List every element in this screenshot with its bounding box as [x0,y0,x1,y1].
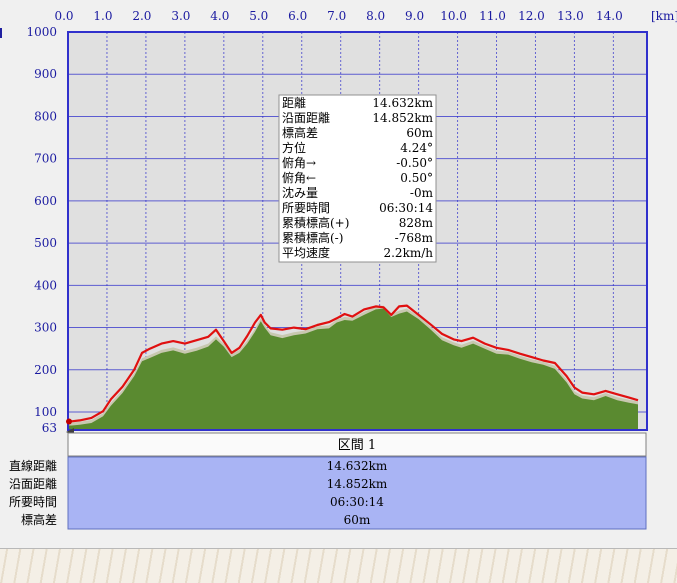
x-tick-label: 8.0 [366,9,385,23]
segment-row-label: 直線距離 [9,458,57,473]
info-label: 沿面距離 [282,111,330,125]
info-label: 俯角→ [282,155,316,170]
x-tick-label: 11.0 [479,9,506,23]
segment-row-label: 沿面距離 [9,477,57,491]
x-tick-label: 10.0 [440,9,467,23]
map-strip [0,548,677,583]
window-edge [0,28,2,38]
info-label: 方位 [282,140,306,155]
y-tick-label: 900 [34,67,57,81]
x-tick-label: 1.0 [93,9,112,23]
x-unit-label: [km] [651,9,677,23]
x-tick-label: 14.0 [596,9,623,23]
x-tick-label: 13.0 [557,9,584,23]
info-value: 2.2km/h [383,246,433,260]
y-tick-labels: 1000 900 800 700 600 500 400 300 200 100 63 [26,25,57,435]
x-tick-label: 0.0 [54,9,73,23]
info-label: 沈み量 [282,185,318,200]
y-tick-label: 800 [34,109,57,123]
y-tick-label: 300 [34,321,57,335]
info-label: 距離 [282,96,306,110]
x-tick-label: 3.0 [171,9,190,23]
x-tick-label: 12.0 [518,9,545,23]
info-value: 14.632km [372,96,433,110]
y-tick-label: 400 [34,278,57,292]
y-tick-label: 100 [34,405,57,419]
info-value: 828m [399,216,434,230]
x-tick-label: 9.0 [405,9,424,23]
info-value: 4.24° [400,141,433,155]
info-value: -0m [410,186,434,200]
info-value: 14.852km [372,111,433,125]
segment-header: 区間 1 [338,438,376,453]
info-label: 平均速度 [282,245,330,260]
segment-row-labels: 直線距離沿面距離所要時間標高差 [9,458,57,527]
segment-table[interactable]: 区間 1 14.632km 14.852km 06:30:14 60m [67,432,647,530]
y-tick-label: 600 [34,194,57,208]
y-tick-label: 63 [42,421,57,435]
info-label: 累積標高(-) [282,230,343,245]
info-box: 距離 14.632km 沿面距離 14.852km 標高差 60m 方位 4.24° 俯角→ -0… [278,94,437,263]
y-tick-label: 700 [34,152,57,166]
info-label: 俯角← [282,170,316,185]
y-tick-label: 200 [34,363,57,377]
segment-value: 06:30:14 [330,495,384,509]
segment-row-label: 標高差 [21,512,57,527]
y-tick-label: 500 [34,236,57,250]
segment-value: 14.632km [327,459,388,473]
info-label: 累積標高(+) [282,215,349,230]
segment-value: 60m [344,513,371,527]
x-tick-label: 5.0 [249,9,268,23]
x-tick-label: 6.0 [288,9,307,23]
x-tick-label: 4.0 [210,9,229,23]
segment-row-label: 所要時間 [9,495,57,509]
x-tick-labels: 0.0 1.0 2.0 3.0 4.0 5.0 6.0 7.0 8.0 9.0 10.0 11.0 12… [54,9,622,23]
segment-value: 14.852km [327,477,388,491]
info-label: 標高差 [282,125,318,140]
info-value: 60m [406,126,433,140]
x-tick-label: 7.0 [327,9,346,23]
info-value: -0.50° [396,156,433,170]
y-tick-label: 1000 [26,25,57,39]
x-tick-label: 2.0 [132,9,151,23]
info-value: 0.50° [400,171,433,185]
info-label: 所要時間 [282,201,330,215]
elevation-profile-chart: 0.0 1.0 2.0 3.0 4.0 5.0 6.0 7.0 8.0 9.0 10.0 11.0 12… [9,9,677,530]
info-value: -768m [395,231,434,245]
start-point-marker [66,418,72,425]
info-value: 06:30:14 [379,201,433,215]
